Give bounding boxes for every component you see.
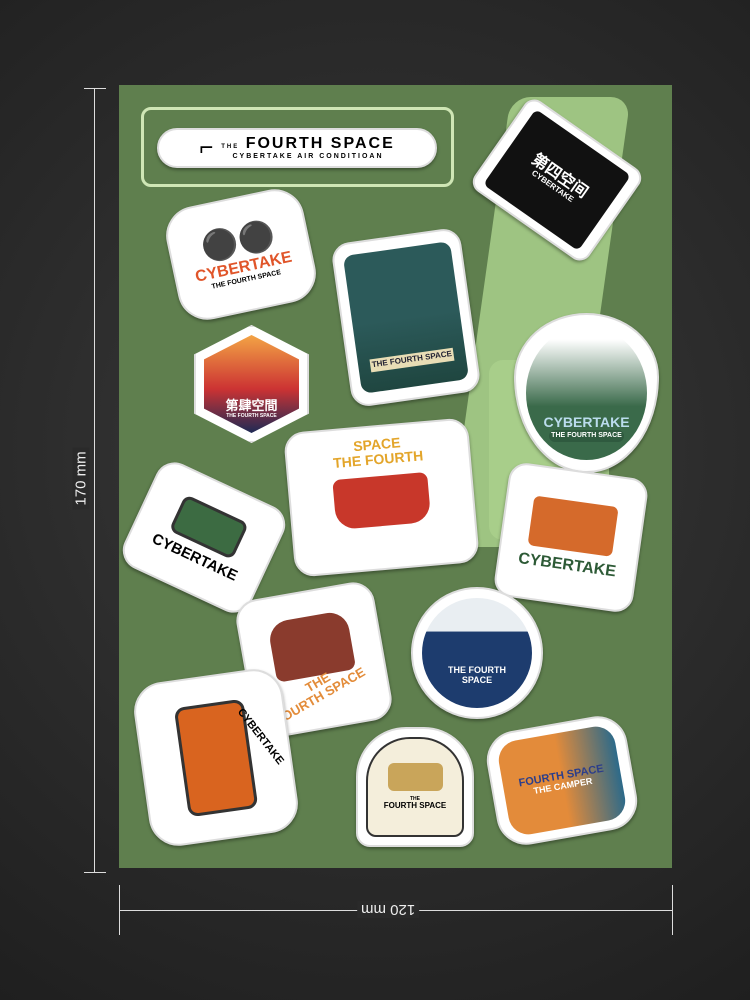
sticker-air-conditioner[interactable]: CYBERTAKE (119, 455, 292, 620)
sticker-fourth-space-banner[interactable]: ⌐ THE FOURTH SPACE CYBERTAKE AIR CONDITI… (157, 128, 437, 168)
sticker-mountain-badge[interactable]: THE FOURTH SPACE (330, 226, 482, 409)
sticker-orange-truck[interactable]: CYBERTAKE (130, 665, 302, 850)
width-label: 120 mm (357, 901, 420, 918)
jeep-illustration (332, 471, 432, 530)
sticker-sunset-hexagon[interactable]: 第肆空間 THE FOURTH SPACE (194, 325, 309, 443)
logo-icon: ⌐ (199, 134, 214, 161)
dimension-tick (119, 885, 120, 935)
height-label: 170 mm (72, 447, 90, 510)
van-illustration (527, 495, 619, 557)
sticker-camper-character[interactable]: FOURTH SPACE THE CAMPER (482, 711, 642, 850)
dimension-tick (84, 872, 106, 873)
sticker-arch-van[interactable]: THE FOURTH SPACE (356, 727, 474, 847)
car-trunk-illustration (266, 609, 357, 683)
sticker-jeep[interactable]: SPACE THE FOURTH (283, 417, 480, 578)
sticker-sheet: ⌐ THE FOURTH SPACE CYBERTAKE AIR CONDITI… (119, 85, 672, 868)
height-dimension-line (94, 88, 95, 873)
van-illustration (387, 762, 443, 791)
sticker-campervan[interactable]: CYBERTAKE (492, 460, 650, 615)
dimension-tick (672, 885, 673, 935)
sticker-forest-circle[interactable]: THE FOURTH SPACE (411, 587, 543, 719)
dimension-tick (84, 88, 106, 89)
